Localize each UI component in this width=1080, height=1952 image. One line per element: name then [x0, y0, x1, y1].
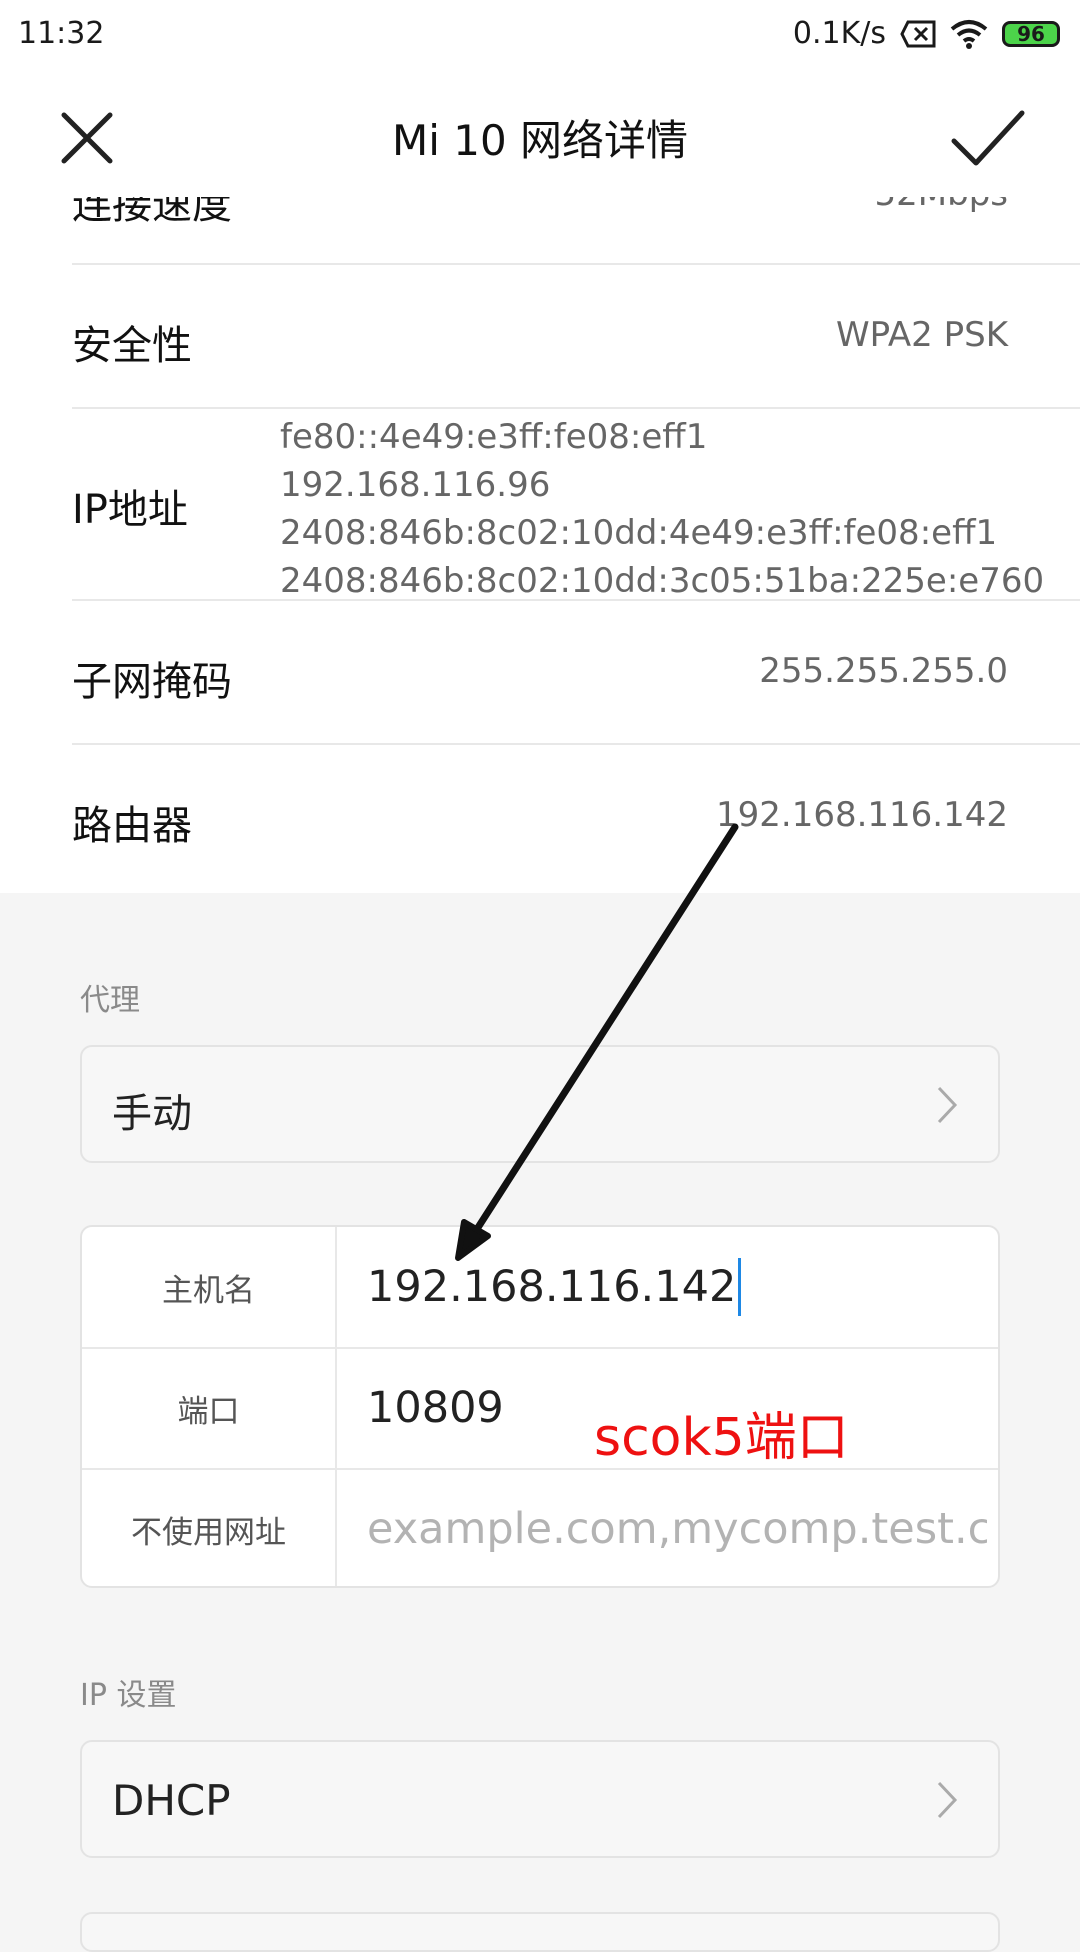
proxy-port-row: 端口 10809: [82, 1348, 998, 1470]
sim-error-icon: [900, 20, 936, 47]
next-card: [80, 1912, 1000, 1952]
security-value: WPA2 PSK: [835, 315, 1008, 355]
link-speed-value: 52Mbps: [875, 197, 1008, 214]
page-title: Mi 10 网络详情: [391, 116, 689, 165]
net-speed: 0.1K/s: [792, 16, 886, 51]
ip-settings-select[interactable]: DHCP: [80, 1740, 1000, 1858]
router-value: 192.168.116.142: [715, 795, 1008, 835]
ip-address-value: 192.168.116.96: [280, 465, 551, 505]
router-row: 路由器 192.168.116.142: [72, 743, 1080, 893]
battery-icon: 96: [1002, 20, 1060, 47]
title-bar: Mi 10 网络详情: [0, 75, 1080, 198]
proxy-mode-value: 手动: [112, 1091, 192, 1137]
ip-address-row: IP地址 fe80::4e49:e3ff:fe08:eff1 192.168.1…: [72, 407, 1080, 601]
ip-address-value: 2408:846b:8c02:10dd:3c05:51ba:225e:e760: [280, 561, 1045, 601]
security-row: 安全性 WPA2 PSK: [72, 263, 1080, 409]
status-icons: 0.1K/s 96: [793, 16, 1060, 51]
status-time: 11:32: [18, 16, 105, 51]
proxy-bypass-row: 不使用网址 example.com,mycomp.test.c...: [82, 1469, 998, 1586]
proxy-port-label: 端口: [82, 1348, 337, 1468]
proxy-host-input[interactable]: 192.168.116.142: [367, 1227, 742, 1347]
text-caret: [738, 1258, 742, 1316]
ip-settings-section-label: IP 设置: [80, 1678, 177, 1713]
proxy-bypass-label: 不使用网址: [82, 1469, 337, 1586]
ip-settings-value: DHCP: [112, 1776, 231, 1825]
proxy-section-label: 代理: [80, 983, 140, 1018]
router-label: 路由器: [72, 803, 192, 849]
proxy-host-value: 192.168.116.142: [367, 1262, 737, 1312]
ip-address-value: 2408:846b:8c02:10dd:4e49:e3ff:fe08:eff1: [280, 513, 998, 553]
security-label: 安全性: [72, 323, 192, 369]
annotation-label: scok5端口: [594, 1408, 849, 1468]
proxy-mode-select[interactable]: 手动: [80, 1045, 1000, 1163]
proxy-host-label: 主机名: [82, 1227, 337, 1347]
subnet-label: 子网掩码: [72, 659, 232, 705]
chevron-right-icon: [937, 1086, 958, 1124]
proxy-bypass-input[interactable]: example.com,mycomp.test.c...: [367, 1469, 987, 1586]
status-bar: 11:32 0.1K/s 96: [0, 0, 1080, 75]
wifi-icon: [950, 19, 988, 49]
link-speed-label: 连接速度: [72, 197, 232, 228]
ip-address-value: fe80::4e49:e3ff:fe08:eff1: [280, 417, 708, 457]
link-speed-row: 连接速度 52Mbps: [72, 197, 1080, 265]
ip-address-label: IP地址: [72, 487, 188, 533]
check-icon[interactable]: [948, 101, 1028, 175]
chevron-right-icon: [937, 1781, 958, 1819]
proxy-settings-table: 主机名 192.168.116.142 端口 10809 不使用网址 examp…: [80, 1225, 1000, 1588]
proxy-host-row: 主机名 192.168.116.142: [82, 1227, 998, 1349]
network-info-list: 连接速度 52Mbps 安全性 WPA2 PSK IP地址 fe80::4e49…: [0, 197, 1080, 893]
subnet-row: 子网掩码 255.255.255.0: [72, 599, 1080, 745]
ip-address-values: fe80::4e49:e3ff:fe08:eff1 192.168.116.96…: [280, 413, 1044, 605]
subnet-value: 255.255.255.0: [759, 651, 1008, 691]
proxy-port-input[interactable]: 10809: [367, 1348, 504, 1468]
